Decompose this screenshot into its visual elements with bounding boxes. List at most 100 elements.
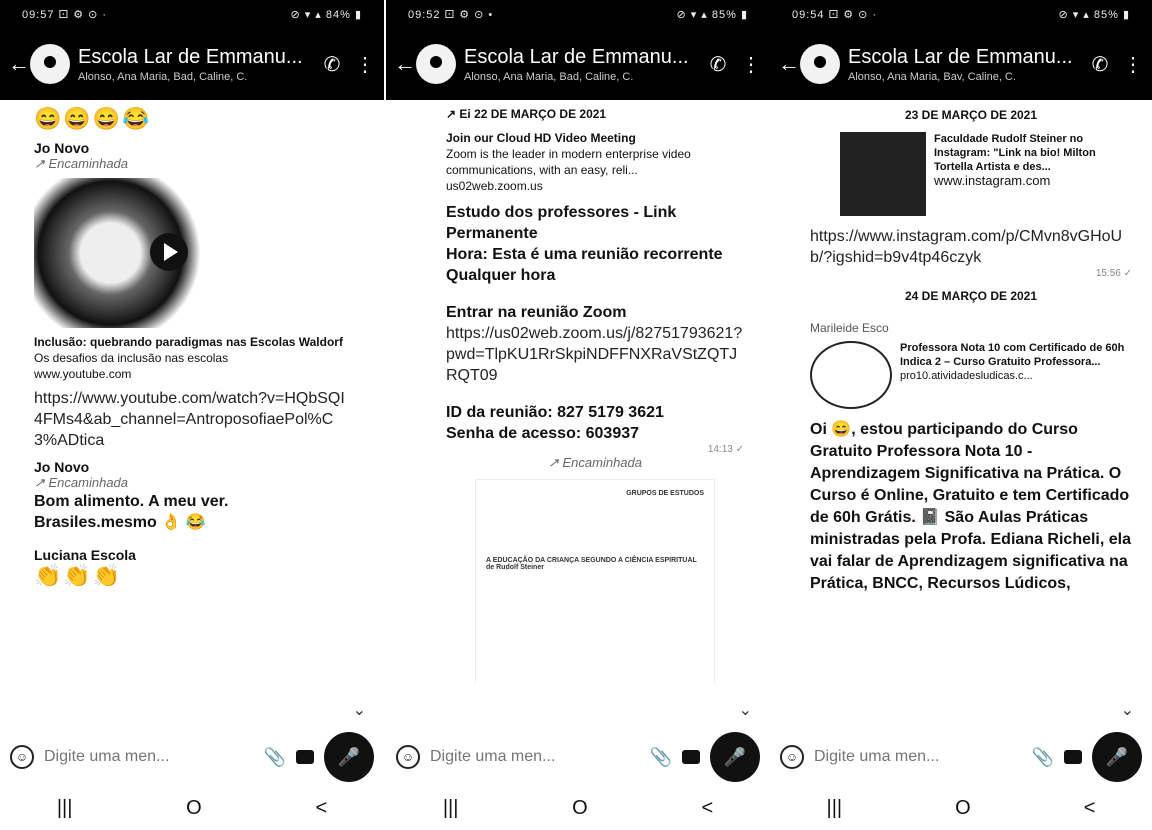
- more-options-icon[interactable]: ⋮: [1122, 52, 1144, 77]
- back-button[interactable]: <: [1084, 797, 1096, 820]
- system-nav: ||| O <: [386, 786, 770, 830]
- preview-image: [840, 132, 926, 216]
- compose-bar: ☺ 📎 🎤: [0, 730, 384, 784]
- chat-header: ← Escola Lar de Emmanu... Alonso, Ana Ma…: [0, 28, 384, 100]
- instagram-preview[interactable]: Faculdade Rudolf Steiner no Instagram: "…: [840, 132, 1132, 216]
- chat-title-box[interactable]: Escola Lar de Emmanu... Alonso, Ana Mari…: [464, 46, 696, 83]
- back-arrow-icon[interactable]: ←: [8, 51, 30, 77]
- emoji-icon[interactable]: ☺: [396, 745, 420, 769]
- forwarded-text: Encaminhada: [48, 156, 129, 171]
- zoom-link[interactable]: https://us02web.zoom.us/j/82751793621?pw…: [446, 323, 744, 386]
- back-button[interactable]: <: [315, 797, 327, 820]
- message-input[interactable]: [814, 748, 1022, 766]
- group-avatar[interactable]: [416, 44, 456, 84]
- chat-title: Escola Lar de Emmanu...: [848, 45, 1073, 68]
- chat-title-box[interactable]: Escola Lar de Emmanu... Alonso, Ana Mari…: [848, 46, 1078, 83]
- recent-apps-button[interactable]: |||: [443, 797, 459, 820]
- video-title: Inclusão: quebrando paradigmas nas Escol…: [34, 335, 343, 349]
- message-input[interactable]: [430, 748, 640, 766]
- status-bar: 09:54 ⚀ ⚙ ⊙ · ⊘ ▾ ▴ 85% ▮: [770, 0, 1152, 28]
- camera-icon[interactable]: [1064, 750, 1082, 764]
- video-thumbnail[interactable]: [34, 178, 204, 328]
- microphone-icon[interactable]: 🎤: [1092, 732, 1142, 782]
- join-label: Entrar na reunião Zoom: [446, 304, 627, 321]
- emoji-icon[interactable]: ☺: [10, 745, 34, 769]
- message-text: Bom alimento. A meu ver. Brasiles.mesmo …: [34, 493, 229, 531]
- status-left: 09:57 ⚀ ⚙ ⊙ ·: [22, 8, 108, 21]
- message-time: 15:56 ✓: [1095, 268, 1132, 279]
- camera-icon[interactable]: [682, 750, 700, 764]
- call-add-icon[interactable]: ✆: [310, 52, 354, 77]
- forwarded-label: ↗ Encaminhada: [34, 156, 129, 171]
- emoji-message: 😄😄😄😂: [34, 106, 152, 131]
- status-left: 09:52 ⚀ ⚙ ⊙ •: [408, 8, 494, 21]
- preview-domain: pro10.atividadesludicas.c...: [900, 370, 1033, 382]
- screen-3: 09:54 ⚀ ⚙ ⊙ · ⊘ ▾ ▴ 85% ▮ ← Escola Lar d…: [770, 0, 1152, 830]
- microphone-icon[interactable]: 🎤: [710, 732, 760, 782]
- microphone-icon[interactable]: 🎤: [324, 732, 374, 782]
- message-time: 14:13 ✓: [707, 444, 744, 455]
- group-avatar[interactable]: [800, 44, 840, 84]
- emoji-icon[interactable]: ☺: [780, 745, 804, 769]
- chat-title: Escola Lar de Emmanu...: [78, 45, 303, 68]
- attach-icon[interactable]: 📎: [1032, 747, 1054, 768]
- message-list: 😄😄😄😂 Jo Novo ↗ Encaminhada Inclusão: que…: [0, 100, 384, 684]
- preview-title: Professora Nota 10 com Certificado de 60…: [900, 342, 1125, 368]
- system-nav: ||| O <: [770, 786, 1152, 830]
- status-right: ⊘ ▾ ▴ 85% ▮: [676, 8, 748, 21]
- chat-members: Alonso, Ana Maria, Bad, Caline, C.: [464, 70, 634, 83]
- recent-apps-button[interactable]: |||: [827, 797, 843, 820]
- preview-text: Faculdade Rudolf Steiner no Instagram: "…: [934, 132, 1132, 216]
- meeting-title: Estudo dos professores - Link Permanente: [446, 204, 677, 242]
- meeting-password: Senha de acesso: 603937: [446, 425, 640, 442]
- sender-name: Marileide Esco: [810, 321, 889, 335]
- forwarded-label: ↗ Encaminhada: [34, 475, 129, 490]
- document-image[interactable]: GRUPOS DE ESTUDOS A EDUCAÇÃO DA CRIANÇA …: [475, 479, 715, 684]
- play-icon[interactable]: [150, 233, 188, 271]
- preview-text: Professora Nota 10 com Certificado de 60…: [900, 341, 1132, 409]
- call-add-icon[interactable]: ✆: [696, 52, 740, 77]
- attach-icon[interactable]: 📎: [264, 747, 286, 768]
- attach-icon[interactable]: 📎: [650, 747, 672, 768]
- back-arrow-icon[interactable]: ←: [778, 51, 800, 77]
- date-text: 22 DE MARÇO DE 2021: [474, 107, 607, 121]
- home-button[interactable]: O: [186, 797, 202, 820]
- home-button[interactable]: O: [572, 797, 588, 820]
- status-right: ⊘ ▾ ▴ 84% ▮: [290, 8, 362, 21]
- youtube-link[interactable]: https://www.youtube.com/watch?v=HQbSQI4F…: [34, 388, 350, 451]
- status-right: ⊘ ▾ ▴ 85% ▮: [1058, 8, 1130, 21]
- date-chip: 23 DE MARÇO DE 2021: [904, 108, 1038, 122]
- instagram-link[interactable]: https://www.instagram.com/p/CMvn8vGHoUb/…: [810, 226, 1132, 268]
- home-button[interactable]: O: [955, 797, 971, 820]
- more-options-icon[interactable]: ⋮: [740, 52, 762, 77]
- scroll-down-icon[interactable]: ⌄: [1121, 700, 1134, 720]
- meeting-id: ID da reunião: 827 5179 3621: [446, 404, 664, 421]
- promo-preview[interactable]: Professora Nota 10 com Certificado de 60…: [810, 341, 1132, 409]
- more-options-icon[interactable]: ⋮: [354, 52, 376, 77]
- scroll-down-icon[interactable]: ⌄: [353, 700, 366, 720]
- sender-name: Jo Novo: [34, 140, 90, 156]
- status-left: 09:54 ⚀ ⚙ ⊙ ·: [792, 8, 878, 21]
- back-arrow-icon[interactable]: ←: [394, 51, 416, 77]
- sender-name: Jo Novo: [34, 459, 90, 475]
- video-description: Os desafios da inclusão nas escolas: [34, 351, 229, 365]
- call-add-icon[interactable]: ✆: [1078, 52, 1122, 77]
- chat-title: Escola Lar de Emmanu...: [464, 45, 689, 68]
- system-nav: ||| O <: [0, 786, 384, 830]
- zoom-preview-desc: Zoom is the leader in modern enterprise …: [446, 147, 691, 177]
- emoji-message: 👏👏👏: [34, 563, 123, 588]
- back-button[interactable]: <: [701, 797, 713, 820]
- preview-domain: www.instagram.com: [934, 173, 1051, 188]
- group-avatar[interactable]: [30, 44, 70, 84]
- screen-1: 09:57 ⚀ ⚙ ⊙ · ⊘ ▾ ▴ 84% ▮ ← Escola Lar d…: [0, 0, 384, 830]
- date-chip: ↗ Ei 22 DE MARÇO DE 2021: [446, 107, 607, 121]
- message-input[interactable]: [44, 748, 254, 766]
- sender-name: Luciana Escola: [34, 547, 136, 563]
- camera-icon[interactable]: [296, 750, 314, 764]
- chat-title-box[interactable]: Escola Lar de Emmanu... Alonso, Ana Mari…: [78, 46, 310, 83]
- meeting-time: Hora: Esta é uma reunião recorrente Qual…: [446, 246, 723, 284]
- preview-image: [810, 341, 892, 409]
- status-bar: 09:52 ⚀ ⚙ ⊙ • ⊘ ▾ ▴ 85% ▮: [386, 0, 770, 28]
- scroll-down-icon[interactable]: ⌄: [739, 700, 752, 720]
- recent-apps-button[interactable]: |||: [57, 797, 73, 820]
